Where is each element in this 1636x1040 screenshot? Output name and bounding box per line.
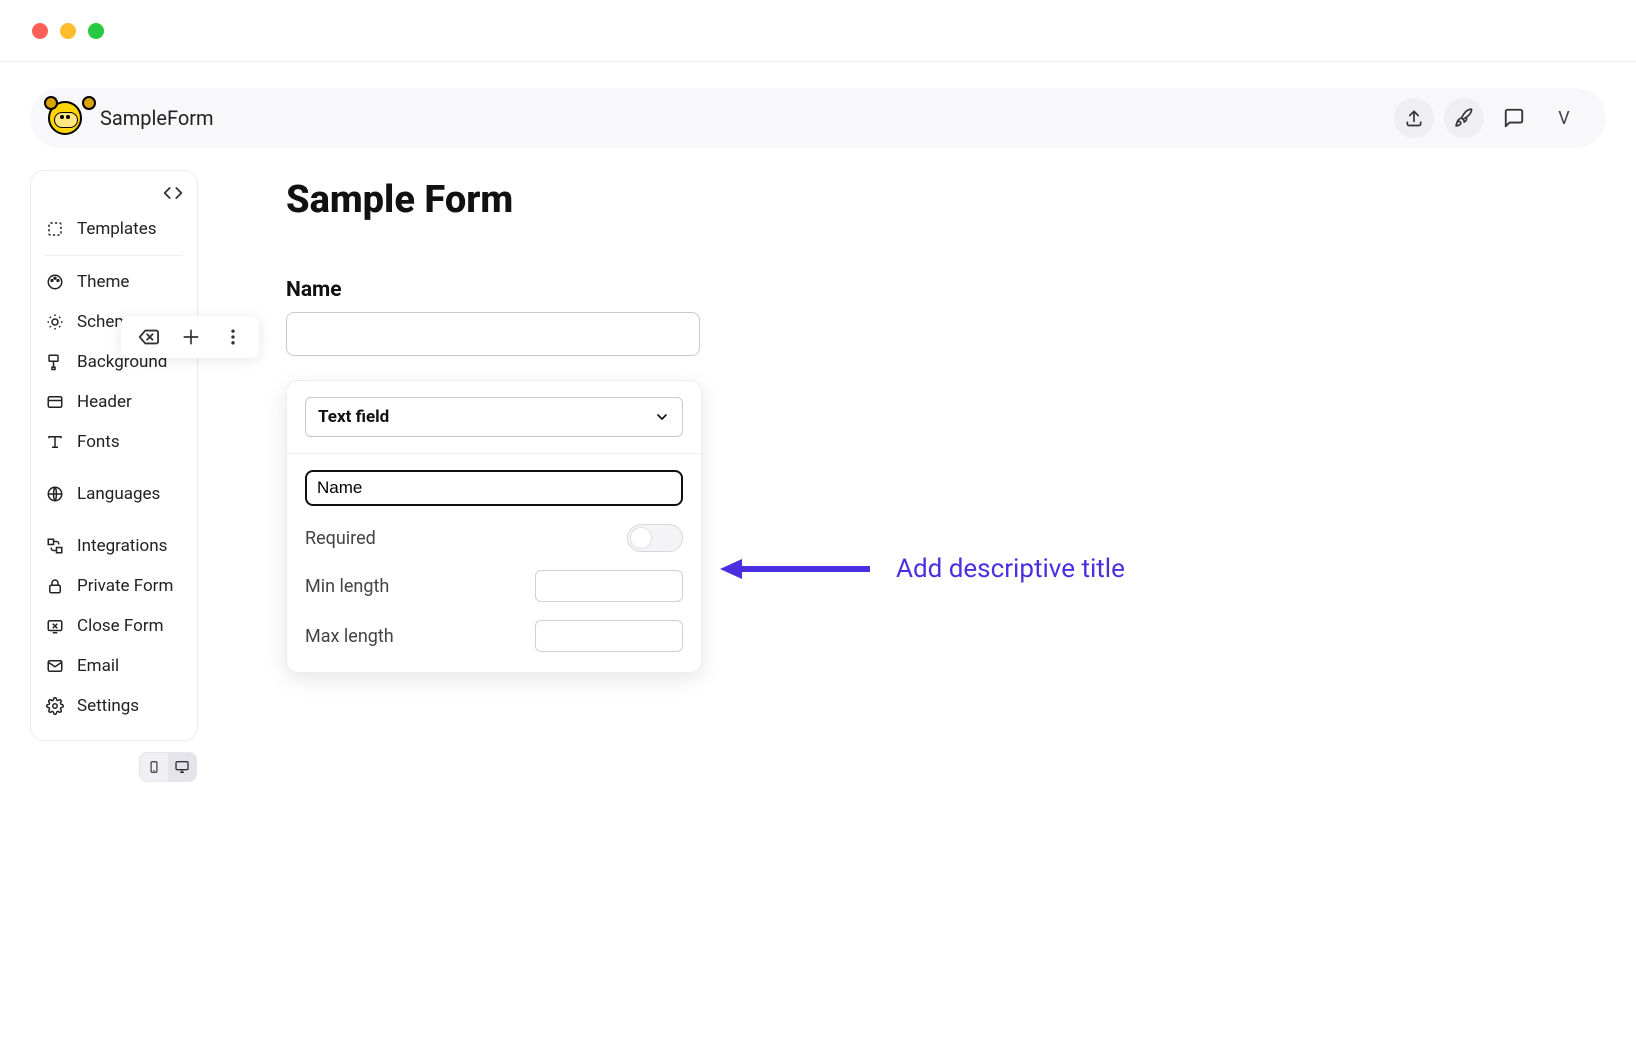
integrations-icon bbox=[45, 537, 65, 555]
sidebar-item-label: Theme bbox=[77, 272, 129, 292]
close-form-icon bbox=[45, 617, 65, 635]
annotation-text: Add descriptive title bbox=[896, 554, 1125, 584]
chevron-down-icon bbox=[654, 409, 670, 425]
code-toggle-button[interactable] bbox=[163, 183, 183, 203]
delete-field-button[interactable] bbox=[137, 326, 159, 348]
arrow-left-icon bbox=[720, 557, 870, 581]
sidebar-item-label: Header bbox=[77, 392, 132, 412]
rocket-icon bbox=[1454, 108, 1474, 128]
max-length-input[interactable] bbox=[535, 620, 683, 652]
sidebar-item-email[interactable]: Email bbox=[31, 646, 197, 686]
window-close-icon[interactable] bbox=[32, 23, 48, 39]
header-icon bbox=[45, 393, 65, 411]
add-field-button[interactable] bbox=[181, 327, 201, 347]
upload-icon bbox=[1404, 108, 1424, 128]
min-length-label: Min length bbox=[305, 576, 389, 597]
field-more-button[interactable] bbox=[223, 327, 243, 347]
deploy-button[interactable] bbox=[1444, 98, 1484, 138]
name-input[interactable] bbox=[286, 312, 700, 356]
form-canvas: Sample Form Name Text field Required Min… bbox=[286, 170, 702, 741]
sidebar-item-label: Templates bbox=[77, 219, 157, 239]
user-avatar[interactable]: V bbox=[1544, 98, 1584, 138]
backspace-icon bbox=[137, 326, 159, 348]
gear-icon bbox=[45, 697, 65, 715]
app-logo-icon bbox=[48, 101, 82, 135]
field-type-select[interactable]: Text field bbox=[305, 397, 683, 437]
phone-icon bbox=[147, 758, 161, 776]
project-title[interactable]: SampleForm bbox=[100, 106, 214, 130]
share-button[interactable] bbox=[1394, 98, 1434, 138]
card-divider bbox=[287, 453, 701, 454]
sidebar-item-fonts[interactable]: Fonts bbox=[31, 422, 197, 462]
device-mobile-button[interactable] bbox=[140, 753, 168, 781]
sidebar-divider bbox=[45, 255, 183, 256]
sidebar-item-label: Integrations bbox=[77, 536, 167, 556]
field-row-toolbar bbox=[121, 316, 259, 358]
type-icon bbox=[45, 433, 65, 451]
device-desktop-button[interactable] bbox=[168, 753, 196, 781]
plus-icon bbox=[181, 327, 201, 347]
window-zoom-icon[interactable] bbox=[88, 23, 104, 39]
lock-icon bbox=[45, 577, 65, 595]
comment-icon bbox=[1503, 107, 1525, 129]
sidebar-item-label: Languages bbox=[77, 484, 160, 504]
mail-icon bbox=[45, 657, 65, 675]
device-preview-switch bbox=[139, 752, 197, 782]
sidebar-item-theme[interactable]: Theme bbox=[31, 262, 197, 302]
field-title-input[interactable] bbox=[305, 470, 683, 506]
window-minimize-icon[interactable] bbox=[60, 23, 76, 39]
window-titlebar bbox=[0, 0, 1636, 62]
field-config-card: Text field Required Min length Max lengt… bbox=[286, 380, 702, 673]
sidebar-item-close-form[interactable]: Close Form bbox=[31, 606, 197, 646]
sidebar-item-label: Email bbox=[77, 656, 119, 676]
globe-icon bbox=[45, 485, 65, 503]
sidebar-item-settings[interactable]: Settings bbox=[31, 686, 197, 726]
sidebar-item-label: Private Form bbox=[77, 576, 173, 596]
sidebar-item-header[interactable]: Header bbox=[31, 382, 197, 422]
max-length-label: Max length bbox=[305, 626, 394, 647]
sidebar-item-languages[interactable]: Languages bbox=[31, 474, 197, 514]
form-title[interactable]: Sample Form bbox=[286, 178, 702, 222]
field-type-label: Text field bbox=[318, 407, 389, 427]
more-vertical-icon bbox=[223, 327, 243, 347]
sidebar-item-label: Settings bbox=[77, 696, 139, 716]
field-label: Name bbox=[286, 278, 702, 302]
comments-button[interactable] bbox=[1494, 98, 1534, 138]
templates-icon bbox=[45, 220, 65, 238]
min-length-input[interactable] bbox=[535, 570, 683, 602]
code-icon bbox=[163, 183, 183, 203]
paint-icon bbox=[45, 353, 65, 371]
app-header: SampleForm V bbox=[30, 88, 1606, 148]
annotation: Add descriptive title bbox=[720, 554, 1125, 584]
sidebar-item-integrations[interactable]: Integrations bbox=[31, 526, 197, 566]
required-label: Required bbox=[305, 528, 376, 549]
sidebar: Templates Theme Scheme Background Header… bbox=[30, 170, 198, 741]
required-toggle[interactable] bbox=[627, 524, 683, 552]
monitor-icon bbox=[173, 759, 191, 775]
sidebar-item-templates[interactable]: Templates bbox=[31, 209, 197, 249]
sidebar-item-private-form[interactable]: Private Form bbox=[31, 566, 197, 606]
sun-icon bbox=[45, 313, 65, 331]
sidebar-item-label: Fonts bbox=[77, 432, 120, 452]
palette-icon bbox=[45, 273, 65, 291]
sidebar-item-label: Close Form bbox=[77, 616, 164, 636]
